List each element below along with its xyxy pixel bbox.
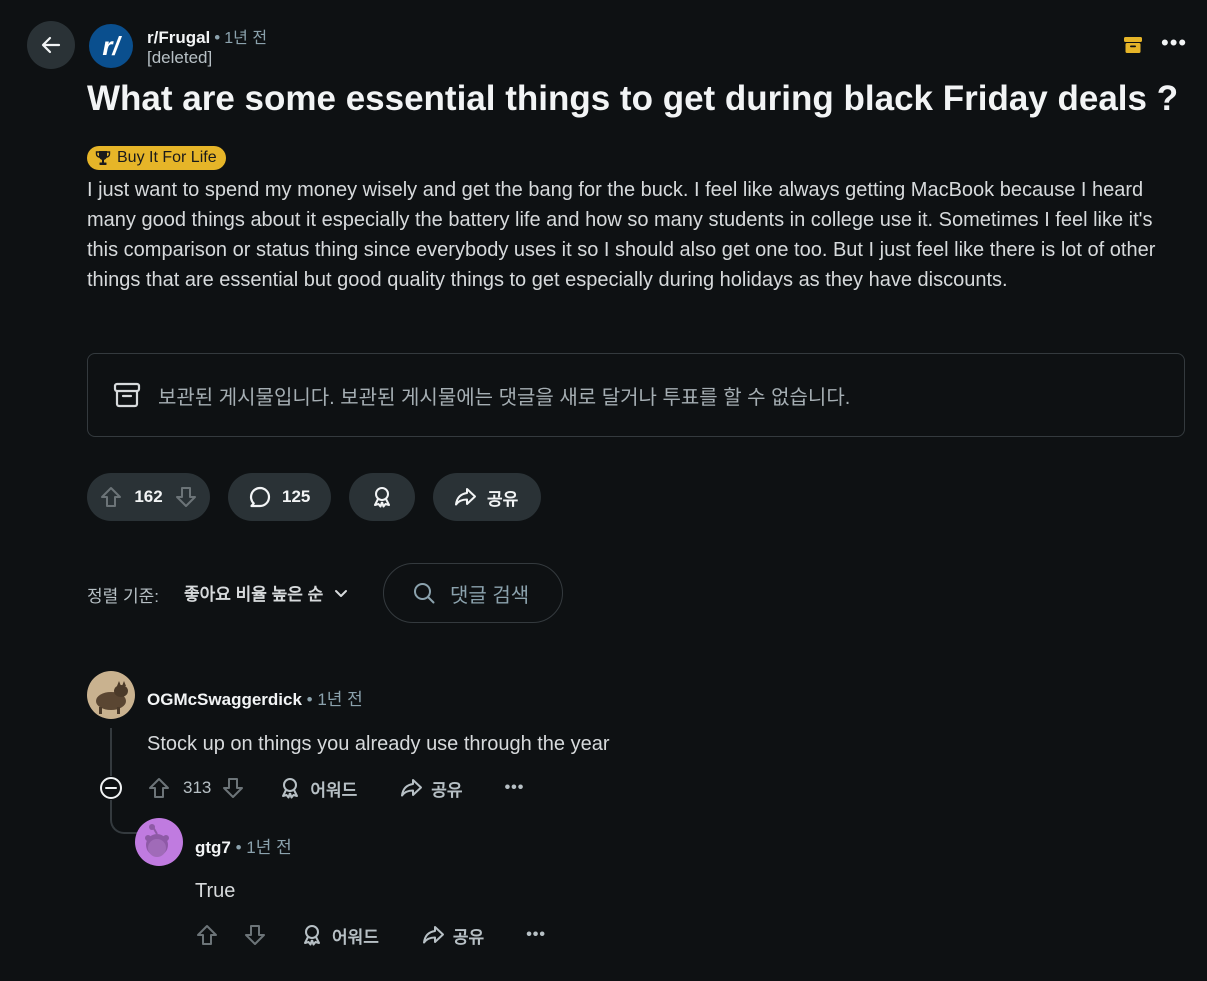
share-button[interactable]: 공유 (433, 473, 541, 521)
trophy-icon (95, 151, 111, 165)
post-meta: r/Frugal • 1년 전 (147, 24, 267, 48)
arrow-up-icon (149, 778, 169, 798)
more-options-button[interactable]: ••• (505, 779, 525, 797)
arrow-down-icon (176, 487, 196, 507)
vote-control: 162 (87, 473, 210, 521)
share-button[interactable]: 공유 (399, 776, 463, 801)
share-label: 공유 (431, 780, 463, 800)
award-ribbon-icon (304, 925, 320, 946)
vote-count: 313 (183, 778, 212, 797)
comment-body: True (195, 880, 236, 902)
award-ribbon-icon (374, 487, 390, 508)
speech-bubble-icon (249, 486, 271, 508)
comments-button[interactable]: 125 (228, 473, 331, 521)
more-options-button[interactable]: ••• (526, 926, 546, 944)
cat-avatar-icon (87, 671, 135, 719)
meta-separator: • (214, 28, 221, 47)
comment-meta: OGMcSwaggerdick • 1년 전 (147, 685, 363, 710)
post-title: What are some essential things to get du… (87, 79, 1179, 118)
share-arrow-icon (455, 488, 476, 506)
share-label: 공유 (452, 927, 485, 947)
share-label: 공유 (487, 489, 519, 509)
archived-indicator (1123, 35, 1143, 60)
subreddit-name[interactable]: r/Frugal (147, 28, 210, 47)
award-label: 어워드 (310, 780, 358, 800)
downvote-button[interactable] (221, 776, 245, 800)
post-flair[interactable]: Buy It For Life (87, 146, 226, 170)
award-label: 어워드 (332, 927, 379, 947)
arrow-up-icon (197, 925, 217, 945)
upvote-button[interactable] (147, 776, 171, 800)
arrow-up-icon (101, 487, 121, 507)
flair-label: Buy It For Life (117, 149, 217, 166)
share-arrow-icon (401, 779, 423, 797)
award-button[interactable] (349, 473, 415, 521)
comment-meta: gtg7 • 1년 전 (195, 833, 292, 858)
sort-value: 좋아요 비율 높은 순 (184, 585, 324, 604)
back-button[interactable] (27, 21, 75, 69)
meta-separator: • (301, 690, 318, 709)
vote-count: 162 (134, 487, 163, 506)
comment-author[interactable]: gtg7 (195, 838, 231, 857)
post-author: [deleted] (147, 48, 213, 67)
upvote-button[interactable] (195, 923, 219, 947)
comment-actions: 313 어워드 공유 ••• (147, 776, 524, 800)
magnifier-icon (414, 583, 435, 604)
archive-box-icon (113, 382, 141, 408)
snoo-avatar-icon (135, 818, 183, 866)
comment-search-input[interactable]: 댓글 검색 (383, 563, 563, 623)
thread-line (110, 728, 112, 776)
sort-dropdown[interactable]: 좋아요 비율 높은 순 (184, 580, 349, 605)
comment-count: 125 (282, 487, 311, 506)
comment-time: 1년 전 (317, 690, 363, 709)
downvote-button[interactable] (174, 485, 198, 509)
archive-box-icon (1124, 37, 1142, 53)
arrow-left-icon (41, 36, 61, 54)
subreddit-logo-icon: r/ (102, 30, 120, 61)
award-button[interactable]: 어워드 (300, 923, 379, 948)
subreddit-avatar[interactable]: r/ (89, 24, 133, 68)
meta-separator: • (230, 838, 247, 857)
downvote-button[interactable] (243, 923, 267, 947)
post-body: I just want to spend my money wisely and… (87, 179, 1156, 291)
comment-author[interactable]: OGMcSwaggerdick (147, 690, 302, 709)
award-ribbon-icon (282, 778, 299, 799)
chevron-down-icon (335, 589, 348, 597)
comment-time: 1년 전 (246, 838, 292, 857)
minus-circle-icon (100, 777, 122, 799)
arrow-down-icon (245, 925, 265, 945)
avatar[interactable] (135, 818, 183, 866)
arrow-down-icon (223, 778, 244, 798)
ellipsis-icon: ••• (1161, 30, 1188, 55)
sort-label: 정렬 기준: (87, 587, 160, 606)
search-placeholder: 댓글 검색 (450, 584, 530, 607)
upvote-button[interactable] (99, 485, 123, 509)
post-time: 1년 전 (224, 30, 268, 47)
share-arrow-icon (422, 926, 444, 944)
archived-notice-text: 보관된 게시물입니다. 보관된 게시물에는 댓글을 새로 달거나 투표를 할 수… (158, 386, 851, 409)
award-button[interactable]: 어워드 (278, 776, 357, 801)
avatar[interactable] (87, 671, 135, 719)
more-options-button[interactable]: ••• (1161, 30, 1187, 56)
archived-notice: 보관된 게시물입니다. 보관된 게시물에는 댓글을 새로 달거나 투표를 할 수… (87, 353, 1185, 437)
collapse-thread-button[interactable] (99, 776, 123, 800)
comment-actions: 어워드 공유 ••• (195, 923, 546, 947)
comment-body: Stock up on things you already use throu… (147, 733, 610, 755)
share-button[interactable]: 공유 (421, 923, 484, 948)
